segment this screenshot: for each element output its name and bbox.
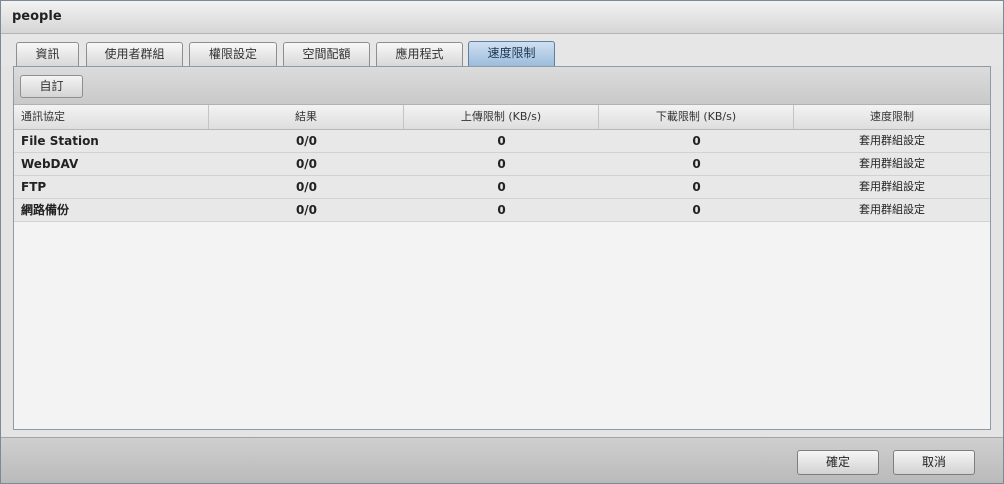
user-edit-dialog: people 資訊 使用者群組 權限設定 空間配額 應用程式 速度限制 自訂 通… <box>0 0 1004 484</box>
speed-limit-panel: 自訂 通訊協定 結果 上傳限制 (KB/s) 下載限制 (KB/s) 速度限制 … <box>13 66 991 430</box>
column-header-result[interactable]: 結果 <box>209 105 404 129</box>
tab-speed-limit[interactable]: 速度限制 <box>468 41 555 66</box>
download-limit-cell: 0 <box>692 134 701 148</box>
column-header-download-limit[interactable]: 下載限制 (KB/s) <box>599 105 794 129</box>
speed-limit-cell[interactable]: 套用群組設定 <box>794 199 990 221</box>
speed-limit-table: 通訊協定 結果 上傳限制 (KB/s) 下載限制 (KB/s) 速度限制 Fil… <box>14 105 990 222</box>
custom-button[interactable]: 自訂 <box>20 75 83 98</box>
ok-button[interactable]: 確定 <box>797 450 879 475</box>
tab-quota[interactable]: 空間配額 <box>283 42 370 66</box>
table-row[interactable]: FTP 0/0 0 0 套用群組設定 <box>14 176 990 199</box>
tab-permissions[interactable]: 權限設定 <box>189 42 277 66</box>
download-limit-cell: 0 <box>692 180 701 194</box>
speed-limit-cell[interactable]: 套用群組設定 <box>794 176 990 198</box>
protocol-cell: 網路備份 <box>21 203 70 217</box>
speed-limit-cell[interactable]: 套用群組設定 <box>794 130 990 152</box>
upload-limit-cell: 0 <box>497 134 506 148</box>
window-title: people <box>12 9 62 24</box>
table-header: 通訊協定 結果 上傳限制 (KB/s) 下載限制 (KB/s) 速度限制 <box>14 105 990 130</box>
dialog-footer: 確定 取消 <box>1 437 1003 483</box>
download-limit-cell: 0 <box>692 157 701 171</box>
table-row[interactable]: WebDAV 0/0 0 0 套用群組設定 <box>14 153 990 176</box>
tab-applications[interactable]: 應用程式 <box>376 42 463 66</box>
speed-limit-cell[interactable]: 套用群組設定 <box>794 153 990 175</box>
tab-strip: 資訊 使用者群組 權限設定 空間配額 應用程式 速度限制 <box>1 34 1003 66</box>
protocol-cell: WebDAV <box>21 157 79 171</box>
tab-user-groups[interactable]: 使用者群組 <box>86 42 183 66</box>
result-cell: 0/0 <box>295 157 318 171</box>
title-bar[interactable]: people <box>1 1 1003 34</box>
protocol-cell: FTP <box>21 180 47 194</box>
upload-limit-cell: 0 <box>497 157 506 171</box>
result-cell: 0/0 <box>295 180 318 194</box>
upload-limit-cell: 0 <box>497 203 506 217</box>
column-header-protocol[interactable]: 通訊協定 <box>14 105 209 129</box>
tab-info[interactable]: 資訊 <box>16 42 79 66</box>
column-header-upload-limit[interactable]: 上傳限制 (KB/s) <box>404 105 599 129</box>
table-row[interactable]: File Station 0/0 0 0 套用群組設定 <box>14 130 990 153</box>
panel-toolbar: 自訂 <box>14 67 990 105</box>
result-cell: 0/0 <box>295 203 318 217</box>
upload-limit-cell: 0 <box>497 180 506 194</box>
result-cell: 0/0 <box>295 134 318 148</box>
download-limit-cell: 0 <box>692 203 701 217</box>
protocol-cell: File Station <box>21 134 99 148</box>
column-header-speed-limit[interactable]: 速度限制 <box>794 105 990 129</box>
table-row[interactable]: 網路備份 0/0 0 0 套用群組設定 <box>14 199 990 222</box>
cancel-button[interactable]: 取消 <box>893 450 975 475</box>
